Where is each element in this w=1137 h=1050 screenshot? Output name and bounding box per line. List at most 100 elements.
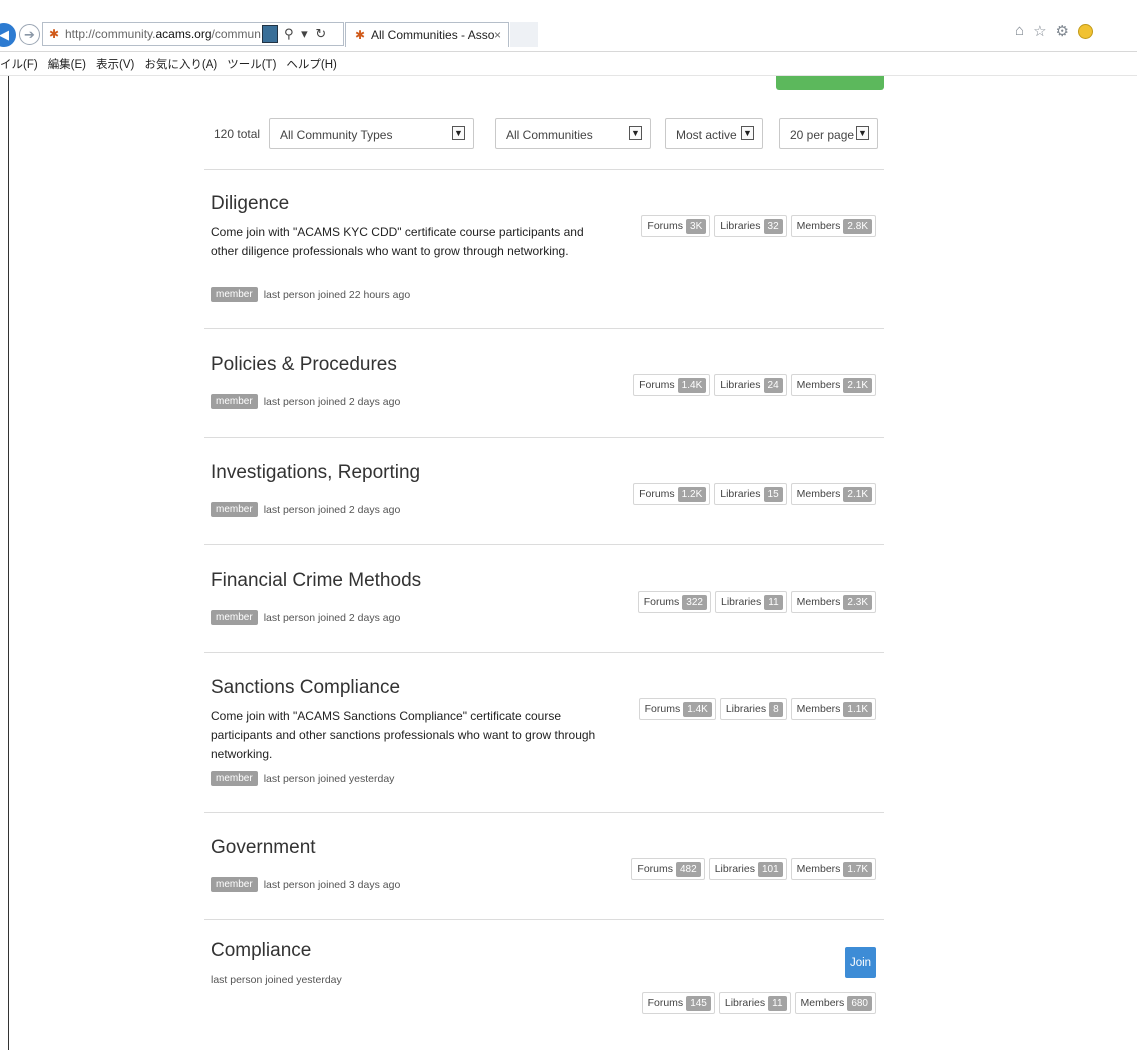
forums-label: Forums	[639, 379, 675, 391]
new-tab-button[interactable]	[510, 22, 538, 47]
community-title[interactable]: Financial Crime Methods	[211, 570, 421, 592]
forums-stat[interactable]: Forums 1.4K	[638, 698, 716, 720]
forums-stat[interactable]: Forums 322	[637, 591, 711, 613]
communities-select[interactable]: All Communities ▼	[495, 118, 651, 149]
libraries-stat[interactable]: Libraries 24	[714, 374, 787, 396]
members-label: Members	[796, 379, 841, 391]
url-text[interactable]: http://community.acams.org/communities/a…	[65, 27, 261, 41]
forums-label: Forums	[647, 997, 684, 1009]
divider	[204, 437, 884, 438]
forums-stat[interactable]: Forums 482	[631, 858, 705, 880]
menu-favorites[interactable]: お気に入り(A)	[144, 56, 217, 72]
members-stat[interactable]: Members 2.3K	[790, 591, 876, 613]
member-badge: member	[211, 502, 258, 517]
community-title[interactable]: Diligence	[211, 193, 289, 215]
member-badge: member	[211, 877, 258, 892]
per-page-select[interactable]: 20 per page ▼	[779, 118, 878, 149]
last-joined-text: last person joined yesterday	[263, 772, 395, 785]
total-count: 120 total	[214, 127, 261, 141]
left-border-line	[8, 76, 9, 1050]
libraries-stat[interactable]: Libraries 11	[714, 591, 787, 613]
community-title[interactable]: Compliance	[211, 940, 311, 962]
browser-toolbar: ◀ ➔ ✱ http://community.acams.org/communi…	[0, 0, 1137, 52]
favorites-star-icon[interactable]: ☆	[1033, 22, 1046, 40]
members-count: 2.8K	[843, 218, 872, 234]
members-label: Members	[796, 220, 841, 232]
libraries-stat[interactable]: Libraries 11	[718, 992, 791, 1014]
forums-stat[interactable]: Forums 1.4K	[633, 374, 711, 396]
gear-icon[interactable]: ⚙	[1056, 22, 1069, 40]
community-types-value: All Community Types	[280, 128, 393, 142]
community-stats: Forums 1.2K Libraries 15 Members 2.1K	[633, 483, 876, 505]
forward-arrow-icon: ➔	[24, 26, 35, 42]
members-stat[interactable]: Members 2.1K	[790, 483, 876, 505]
community-meta: member last person joined 2 days ago	[211, 502, 400, 517]
member-badge: member	[211, 771, 258, 786]
tab-favicon-icon: ✱	[354, 28, 366, 42]
forums-label: Forums	[643, 596, 680, 608]
menu-tools[interactable]: ツール(T)	[227, 56, 276, 72]
community-stats: Forums 145 Libraries 11 Members 680	[641, 992, 876, 1014]
members-stat[interactable]: Members 2.8K	[790, 215, 876, 237]
menu-help[interactable]: ヘルプ(H)	[286, 56, 336, 72]
libraries-count: 11	[764, 594, 783, 610]
address-bar[interactable]: ✱ http://community.acams.org/communities…	[42, 22, 344, 46]
url-domain: acams.org	[155, 27, 212, 41]
libraries-label: Libraries	[720, 379, 761, 391]
browser-right-icons: ⌂ ☆ ⚙	[1015, 22, 1093, 40]
last-joined-text: last person joined 2 days ago	[263, 395, 401, 408]
chevron-down-icon: ▼	[741, 126, 754, 140]
community-stats: Forums 1.4K Libraries 24 Members 2.1K	[633, 374, 876, 396]
refresh-icon[interactable]: ↻	[315, 26, 328, 41]
members-label: Members	[796, 488, 841, 500]
libraries-label: Libraries	[720, 488, 761, 500]
forward-button[interactable]: ➔	[19, 24, 40, 45]
forums-stat[interactable]: Forums 145	[641, 992, 715, 1014]
community-title[interactable]: Government	[211, 837, 316, 859]
community-stats: Forums 1.4K Libraries 8 Members 1.1K	[638, 698, 876, 720]
home-icon[interactable]: ⌂	[1015, 22, 1024, 40]
chevron-down-icon: ▼	[629, 126, 642, 140]
sort-select[interactable]: Most active ▼	[665, 118, 763, 149]
members-stat[interactable]: Members 2.1K	[790, 374, 876, 396]
join-button[interactable]: Join	[845, 947, 876, 978]
members-stat[interactable]: Members 1.1K	[790, 698, 876, 720]
browser-tab[interactable]: ✱ All Communities - Associati... ×	[345, 22, 509, 47]
libraries-stat[interactable]: Libraries 101	[708, 858, 787, 880]
libraries-stat[interactable]: Libraries 32	[714, 215, 787, 237]
create-community-button[interactable]	[776, 76, 884, 90]
community-title[interactable]: Sanctions Compliance	[211, 677, 400, 699]
community-title[interactable]: Investigations, Reporting	[211, 462, 420, 484]
divider	[204, 812, 884, 813]
members-stat[interactable]: Members 1.7K	[790, 858, 876, 880]
members-count: 2.1K	[843, 377, 872, 393]
members-count: 2.3K	[843, 594, 872, 610]
forums-count: 1.2K	[677, 486, 707, 502]
last-joined-text: last person joined 2 days ago	[263, 611, 401, 624]
divider	[204, 919, 884, 920]
forums-count: 3K	[686, 218, 707, 234]
forums-stat[interactable]: Forums 3K	[641, 215, 711, 237]
libraries-label: Libraries	[724, 997, 766, 1009]
menu-view[interactable]: 表示(V)	[96, 56, 134, 72]
menu-file[interactable]: イル(F)	[0, 56, 38, 72]
search-refresh-icons[interactable]: ⚲ ▾ ↻	[284, 26, 328, 42]
libraries-label: Libraries	[720, 596, 762, 608]
libraries-stat[interactable]: Libraries 8	[719, 698, 787, 720]
divider	[204, 652, 884, 653]
forums-stat[interactable]: Forums 1.2K	[633, 483, 711, 505]
members-stat[interactable]: Members 680	[794, 992, 876, 1014]
back-button[interactable]: ◀	[0, 23, 16, 47]
site-favicon-icon: ✱	[48, 27, 60, 41]
libraries-count: 32	[763, 218, 783, 234]
compatibility-view-icon[interactable]	[262, 25, 278, 43]
libraries-stat[interactable]: Libraries 15	[714, 483, 787, 505]
search-icon[interactable]: ⚲	[284, 26, 296, 41]
menu-edit[interactable]: 編集(E)	[48, 56, 86, 72]
feedback-smiley-icon[interactable]	[1078, 24, 1093, 39]
community-types-select[interactable]: All Community Types ▼	[269, 118, 474, 149]
dropdown-icon[interactable]: ▾	[301, 26, 310, 41]
community-title[interactable]: Policies & Procedures	[211, 354, 397, 376]
tab-close-icon[interactable]: ×	[494, 28, 508, 42]
communities-value: All Communities	[506, 128, 593, 142]
